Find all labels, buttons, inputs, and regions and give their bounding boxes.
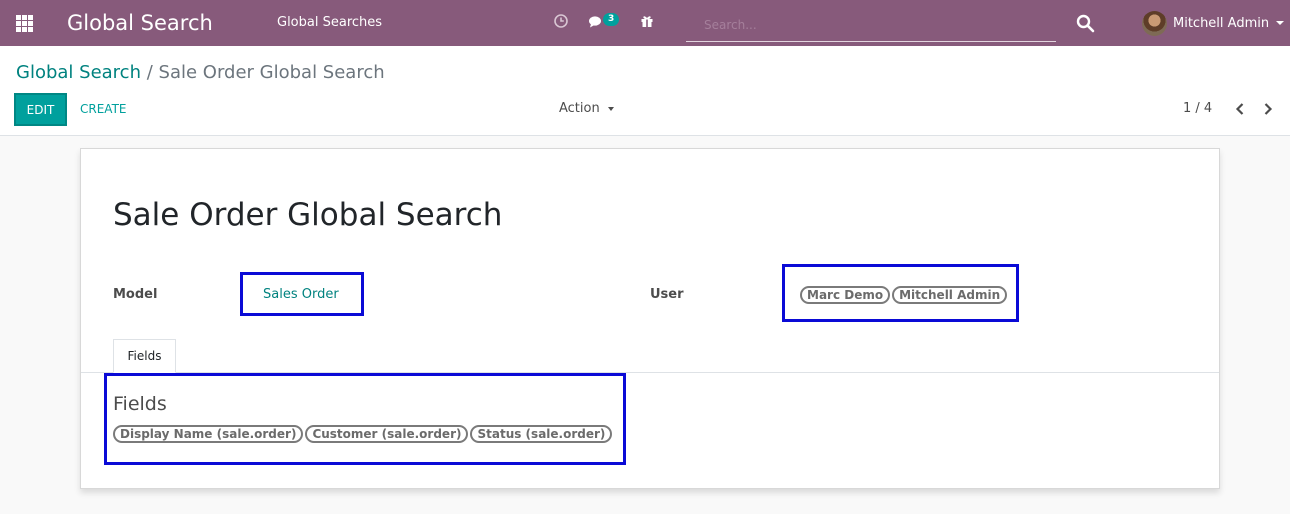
navbar-search-input[interactable] <box>686 9 1056 42</box>
top-navbar: Global Search Global Searches 3 Mitchell… <box>0 0 1290 46</box>
chevron-left-icon[interactable] <box>1233 101 1247 117</box>
user-tags: Marc Demo Mitchell Admin <box>800 286 1009 304</box>
breadcrumb-parent-link[interactable]: Global Search <box>16 62 141 83</box>
menu-global-searches[interactable]: Global Searches <box>277 15 382 30</box>
control-panel: Global Search / Sale Order Global Search… <box>0 46 1290 136</box>
pager-value[interactable]: 1 / 4 <box>1183 101 1212 116</box>
create-button[interactable]: CREATE <box>80 102 127 116</box>
field-tag[interactable]: Customer (sale.order) <box>305 425 469 443</box>
model-field-label: Model <box>113 287 158 302</box>
user-field-label: User <box>650 287 684 302</box>
action-dropdown[interactable]: Action <box>559 101 614 116</box>
apps-grid-icon[interactable] <box>16 15 33 32</box>
edit-button[interactable]: EDIT <box>14 93 67 126</box>
tab-fields[interactable]: Fields <box>113 339 176 373</box>
activity-clock-icon[interactable] <box>553 13 571 31</box>
user-tag[interactable]: Mitchell Admin <box>892 286 1008 304</box>
search-icon[interactable] <box>1076 14 1095 33</box>
field-tag[interactable]: Status (sale.order) <box>470 425 613 443</box>
app-title: Global Search <box>67 11 213 35</box>
breadcrumb: Global Search / Sale Order Global Search <box>16 62 385 84</box>
fields-section-title: Fields <box>113 393 167 415</box>
gift-icon[interactable] <box>639 13 657 31</box>
chevron-right-icon[interactable] <box>1261 101 1275 117</box>
fields-highlight-box <box>104 373 626 465</box>
user-name: Mitchell Admin <box>1173 15 1270 31</box>
user-tag[interactable]: Marc Demo <box>800 286 891 304</box>
field-tag[interactable]: Display Name (sale.order) <box>113 425 304 443</box>
breadcrumb-current: Sale Order Global Search <box>158 62 385 83</box>
breadcrumb-separator: / <box>146 62 153 83</box>
record-title: Sale Order Global Search <box>113 197 503 233</box>
messages-count-badge: 3 <box>603 13 620 26</box>
user-menu[interactable]: Mitchell Admin <box>1142 10 1285 36</box>
action-label: Action <box>559 101 600 116</box>
form-sheet: Sale Order Global Search Model Sales Ord… <box>80 148 1220 489</box>
field-tags: Display Name (sale.order) Customer (sale… <box>113 425 614 443</box>
caret-down-icon <box>607 106 614 111</box>
chevron-down-icon <box>1276 21 1285 25</box>
model-field-link[interactable]: Sales Order <box>263 287 339 302</box>
user-avatar <box>1142 10 1167 36</box>
